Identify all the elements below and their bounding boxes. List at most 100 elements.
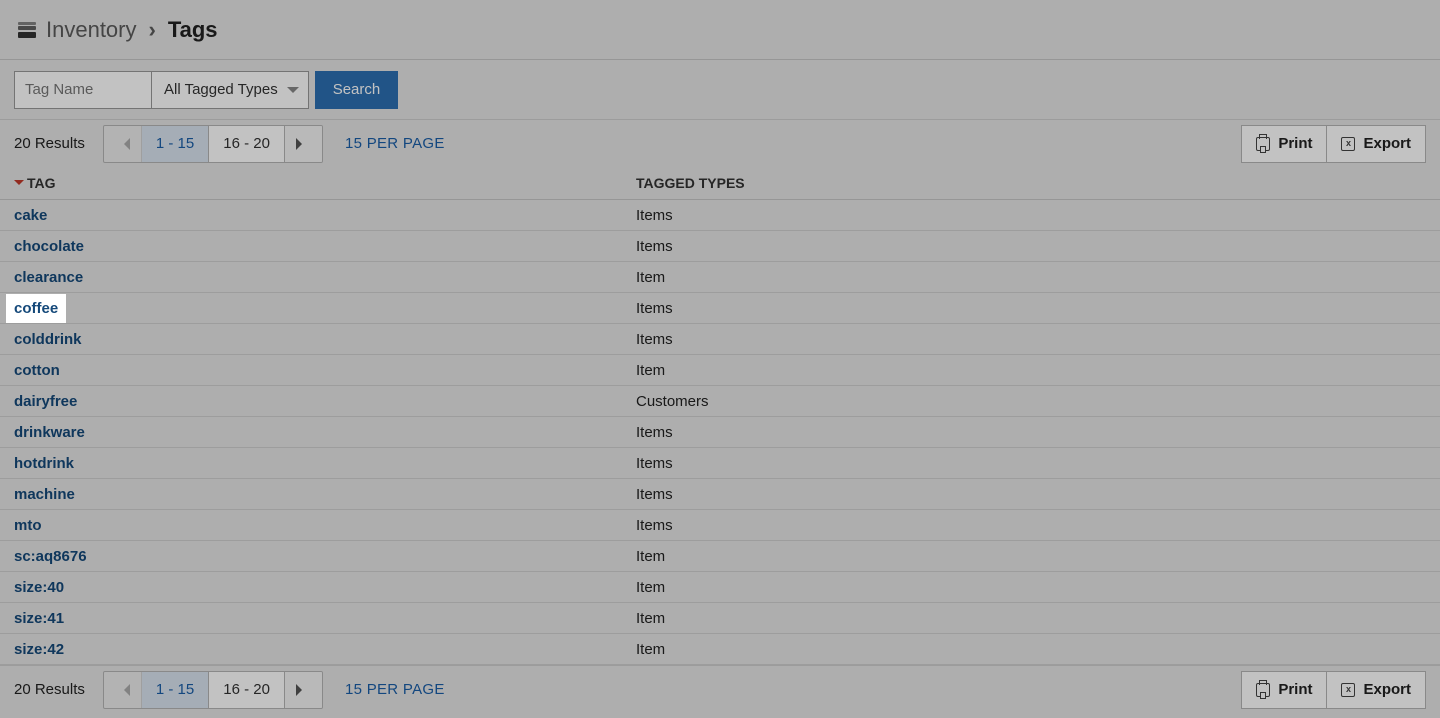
tag-link[interactable]: clearance	[14, 269, 83, 286]
inventory-icon	[18, 22, 36, 38]
pager-page-2[interactable]: 16 - 20	[209, 126, 285, 162]
tag-cell: size:40	[0, 572, 622, 603]
table-row: clearance Item	[0, 262, 1440, 293]
tag-link[interactable]: chocolate	[14, 238, 84, 255]
chevron-right-icon	[296, 684, 308, 696]
tag-cell: mto	[0, 510, 622, 541]
sort-desc-icon	[14, 180, 24, 190]
export-label: Export	[1363, 135, 1411, 152]
tag-cell: clearance	[0, 262, 622, 293]
search-button[interactable]: Search	[315, 71, 399, 109]
table-row: dairyfree Customers	[0, 386, 1440, 417]
pager-bar-top: 20 Results 1 - 15 16 - 20 15 PER PAGE Pr…	[0, 119, 1440, 167]
table-row: cotton Item	[0, 355, 1440, 386]
table-row: size:40 Item	[0, 572, 1440, 603]
types-cell: Item	[622, 355, 1440, 386]
tag-cell: dairyfree	[0, 386, 622, 417]
types-cell: Items	[622, 510, 1440, 541]
export-button[interactable]: Export	[1327, 125, 1426, 163]
types-cell: Item	[622, 572, 1440, 603]
chevron-left-icon	[118, 138, 130, 150]
tag-link[interactable]: coffee	[6, 294, 66, 323]
table-row: hotdrinkItems	[0, 448, 1440, 479]
table-row: machine Items	[0, 479, 1440, 510]
table-row: chocolate Items	[0, 231, 1440, 262]
tag-link[interactable]: machine	[14, 486, 75, 503]
print-button-bottom[interactable]: Print	[1241, 671, 1327, 709]
tag-link[interactable]: size:42	[14, 641, 64, 658]
tag-cell: hotdrink	[0, 448, 622, 479]
types-cell: Items	[622, 231, 1440, 262]
tag-cell: sc:aq8676	[0, 541, 622, 572]
table-row: size:41 Item	[0, 603, 1440, 634]
pager-prev[interactable]	[104, 126, 142, 162]
tags-table: TAG TAGGED TYPES cakeItemschocolateItems…	[0, 167, 1440, 665]
types-cell: Items	[622, 324, 1440, 355]
export-button-bottom[interactable]: Export	[1327, 671, 1426, 709]
chevron-right-icon: ›	[149, 17, 156, 43]
export-icon	[1341, 137, 1355, 151]
pager-prev-bottom[interactable]	[104, 672, 142, 708]
print-icon	[1256, 683, 1270, 697]
types-cell: Customers	[622, 386, 1440, 417]
tag-link[interactable]: drinkware	[14, 424, 85, 441]
tag-cell: coffee	[0, 293, 622, 324]
table-row: colddrink Items	[0, 324, 1440, 355]
types-cell: Item	[622, 541, 1440, 572]
pager-page-1[interactable]: 1 - 15	[142, 126, 209, 162]
types-cell: Item	[622, 603, 1440, 634]
per-page-select[interactable]: 15 PER PAGE	[345, 135, 445, 152]
export-icon	[1341, 683, 1355, 697]
chevron-right-icon	[296, 138, 308, 150]
tag-link[interactable]: colddrink	[14, 331, 82, 348]
types-cell: Item	[622, 262, 1440, 293]
table-row: drinkwareItems	[0, 417, 1440, 448]
types-cell: Items	[622, 479, 1440, 510]
tag-link[interactable]: cotton	[14, 362, 60, 379]
table-row: mto Items	[0, 510, 1440, 541]
table-row: size:42 Item	[0, 634, 1440, 665]
pager: 1 - 15 16 - 20	[103, 125, 323, 163]
col-header-tag[interactable]: TAG	[0, 167, 622, 200]
per-page-select-bottom[interactable]: 15 PER PAGE	[345, 681, 445, 698]
print-icon	[1256, 137, 1270, 151]
print-button[interactable]: Print	[1241, 125, 1327, 163]
tagged-types-select[interactable]: All Tagged Types	[152, 71, 309, 109]
tag-link[interactable]: cake	[14, 207, 47, 224]
tag-link[interactable]: hotdrink	[14, 455, 74, 472]
tag-link[interactable]: mto	[14, 517, 42, 534]
tag-cell: drinkware	[0, 417, 622, 448]
tag-cell: colddrink	[0, 324, 622, 355]
results-count: 20 Results	[14, 135, 85, 152]
tag-cell: cake	[0, 200, 622, 231]
tag-cell: size:41	[0, 603, 622, 634]
tag-cell: cotton	[0, 355, 622, 386]
pager-page-2-bottom[interactable]: 16 - 20	[209, 672, 285, 708]
tag-link[interactable]: dairyfree	[14, 393, 77, 410]
pager-bar-bottom: 20 Results 1 - 15 16 - 20 15 PER PAGE Pr…	[0, 665, 1440, 713]
tag-link[interactable]: size:41	[14, 610, 64, 627]
export-label-bottom: Export	[1363, 681, 1411, 698]
types-cell: Items	[622, 293, 1440, 324]
breadcrumb-parent[interactable]: Inventory	[46, 17, 137, 43]
col-header-types[interactable]: TAGGED TYPES	[622, 167, 1440, 200]
types-cell: Item	[622, 634, 1440, 665]
results-count-bottom: 20 Results	[14, 681, 85, 698]
filter-bar: All Tagged Types Search	[0, 60, 1440, 119]
types-cell: Items	[622, 200, 1440, 231]
pager-next-bottom[interactable]	[285, 672, 322, 708]
pager-page-1-bottom[interactable]: 1 - 15	[142, 672, 209, 708]
col-header-tag-label: TAG	[27, 175, 56, 191]
tag-name-input[interactable]	[14, 71, 152, 109]
table-row: sc:aq8676 Item	[0, 541, 1440, 572]
breadcrumb-current: Tags	[168, 17, 218, 43]
pager-bottom: 1 - 15 16 - 20	[103, 671, 323, 709]
tag-link[interactable]: size:40	[14, 579, 64, 596]
print-label: Print	[1278, 135, 1312, 152]
table-row: coffee Items	[0, 293, 1440, 324]
pager-next[interactable]	[285, 126, 322, 162]
tag-link[interactable]: sc:aq8676	[14, 548, 87, 565]
tag-cell: size:42	[0, 634, 622, 665]
chevron-left-icon	[118, 684, 130, 696]
tag-cell: machine	[0, 479, 622, 510]
